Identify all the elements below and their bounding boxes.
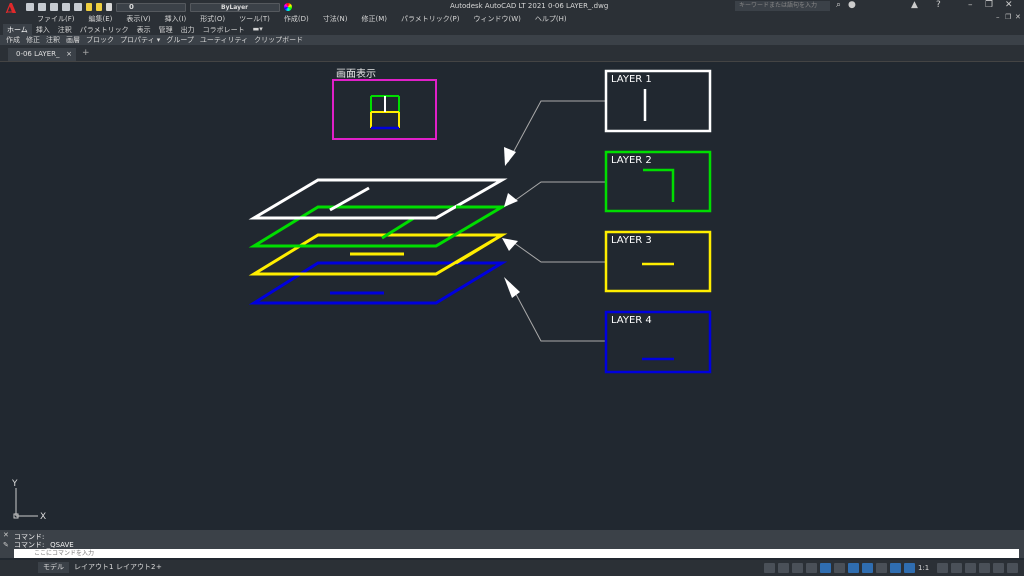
annotation-visibility-icon[interactable] <box>890 563 901 573</box>
layer1-plane <box>248 178 508 220</box>
leader-arrows <box>502 147 520 298</box>
snap-icon[interactable] <box>792 563 803 573</box>
object-snap-tracking-icon[interactable] <box>848 563 859 573</box>
status-bar: モデル レイアウト1 レイアウト2 + 1:1 <box>0 560 1024 576</box>
layer1-label: LAYER 1 <box>611 74 652 85</box>
annotation-scale[interactable]: 1:1 <box>918 563 934 573</box>
status-toggles: 1:1 <box>764 563 1018 573</box>
layer3-label: LAYER 3 <box>611 235 652 246</box>
polar-icon[interactable] <box>820 563 831 573</box>
layer2-symbol <box>643 168 675 202</box>
add-layout-button[interactable]: + <box>151 562 167 573</box>
tab-model[interactable]: モデル <box>38 562 69 573</box>
model-space-icon[interactable] <box>764 563 775 573</box>
ortho-icon[interactable] <box>806 563 817 573</box>
ucs-y-label: Y <box>11 479 18 489</box>
leader-lines <box>507 100 605 342</box>
preview-symbol <box>370 95 400 130</box>
layer4-plane <box>248 261 508 305</box>
clean-screen-icon[interactable] <box>993 563 1004 573</box>
command-input[interactable]: ここにコマンドを入力 <box>14 549 1019 558</box>
ucs-icon <box>13 488 38 519</box>
plus-icon[interactable] <box>951 563 962 573</box>
layer4-label: LAYER 4 <box>611 315 652 326</box>
command-window: ✕ ✎ コマンド: コマンド: _QSAVE ここにコマンドを入力 <box>0 530 1024 558</box>
command-settings-icon[interactable]: ✎ <box>3 541 9 549</box>
drawing-canvas[interactable]: 画面表示 LAYER 1 LAYER 2 LAYER 3 LAYER 4 Y X <box>0 0 1024 576</box>
hardware-acceleration-icon[interactable] <box>979 563 990 573</box>
layer2-label: LAYER 2 <box>611 155 652 166</box>
object-snap-icon[interactable] <box>862 563 873 573</box>
auto-scale-icon[interactable] <box>904 563 915 573</box>
ucs-x-label: X <box>40 512 46 522</box>
isolate-objects-icon[interactable] <box>965 563 976 573</box>
command-close-icon[interactable]: ✕ <box>3 531 9 539</box>
layer3-line-b <box>455 233 503 265</box>
grid-icon[interactable] <box>778 563 789 573</box>
isodraft-icon[interactable] <box>834 563 845 573</box>
lineweight-icon[interactable] <box>876 563 887 573</box>
customize-menu-icon[interactable] <box>1007 563 1018 573</box>
layer2-plane <box>248 205 508 248</box>
workspace-gear-icon[interactable] <box>937 563 948 573</box>
preview-label: 画面表示 <box>336 67 376 80</box>
